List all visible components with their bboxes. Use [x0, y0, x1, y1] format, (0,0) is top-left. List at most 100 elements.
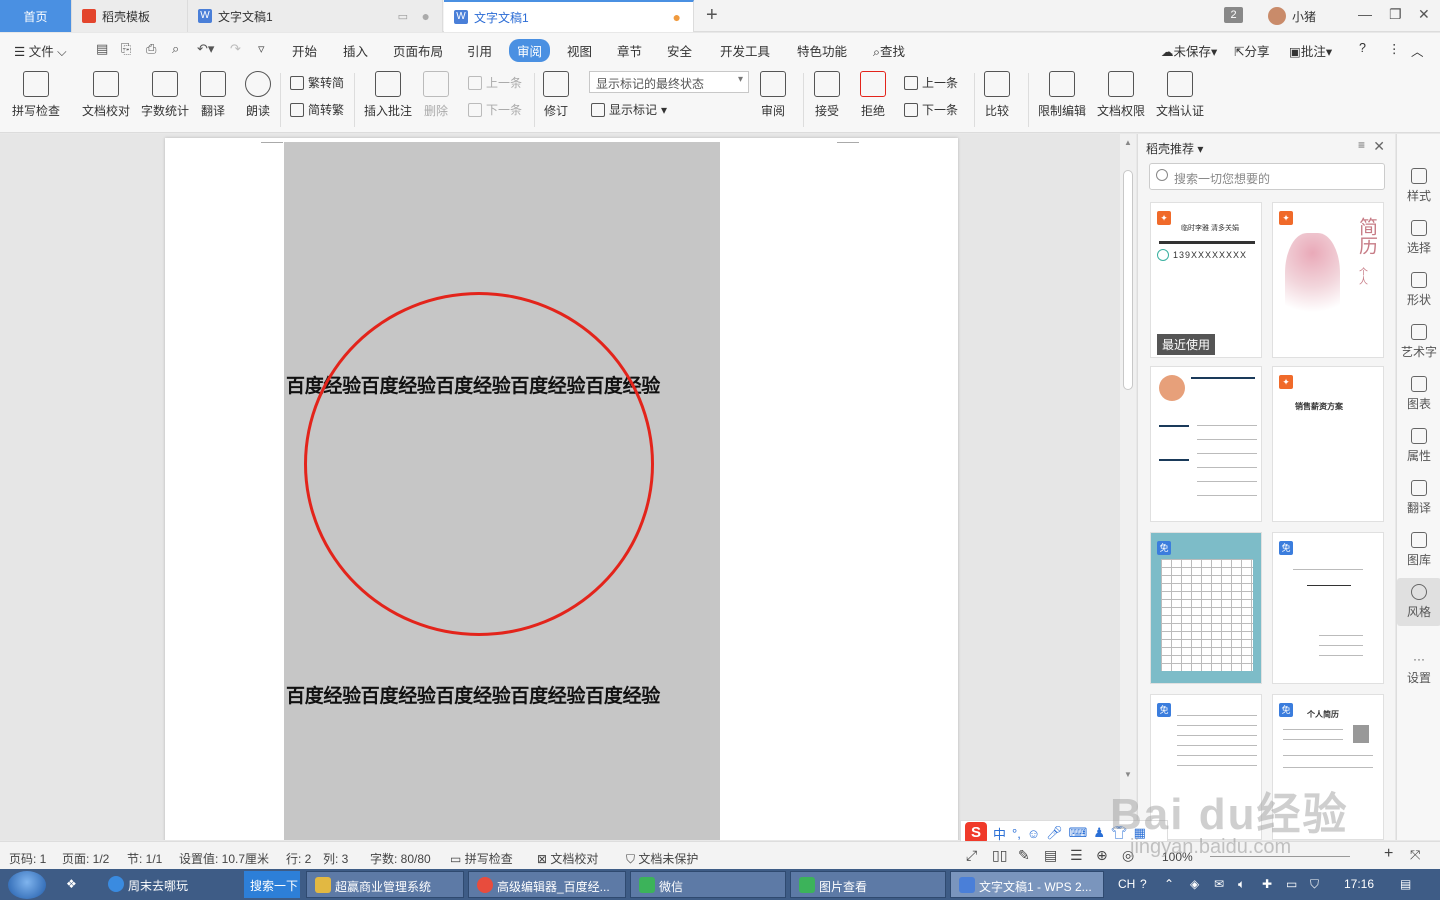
red-circle-shape[interactable]: [304, 292, 654, 636]
traditional-to-simplified-button[interactable]: 繁转简: [290, 74, 344, 91]
tab-document-active[interactable]: W 文字文稿1 ●: [444, 0, 694, 32]
annotate-button[interactable]: ▣批注▾: [1289, 41, 1332, 60]
unsaved-dot-icon[interactable]: ●: [673, 9, 681, 25]
network-icon[interactable]: ▭: [1286, 877, 1297, 891]
web-view-icon[interactable]: ⊕: [1096, 847, 1108, 864]
restrict-editing-button[interactable]: 限制编辑: [1038, 71, 1086, 119]
panel-menu-icon[interactable]: ≡: [1358, 138, 1365, 152]
sidebar-styles[interactable]: 样式: [1397, 168, 1440, 204]
sidebar-gallery[interactable]: 图库: [1397, 532, 1440, 568]
start-button[interactable]: [8, 871, 46, 899]
voice-icon[interactable]: 🎤︎: [1046, 825, 1063, 841]
menu-insert[interactable]: 插入: [343, 41, 368, 60]
emoji-icon[interactable]: ☺: [1027, 826, 1040, 841]
export-pdf-icon[interactable]: ⎘: [121, 41, 131, 57]
read-mode-icon[interactable]: ▯▯: [992, 847, 1007, 864]
close-icon[interactable]: ✕: [1418, 6, 1430, 23]
scroll-up-icon[interactable]: ▲: [1124, 138, 1132, 147]
simplified-to-traditional-button[interactable]: 简转繁: [290, 101, 344, 118]
more-options-icon[interactable]: ⋮: [1388, 41, 1401, 56]
status-doc-protection[interactable]: ⛉ 文档未保护: [626, 850, 698, 867]
user-icon[interactable]: ♟: [1093, 825, 1105, 841]
taskbar-item-business-system[interactable]: 超赢商业管理系统: [306, 871, 464, 898]
panel-title[interactable]: 稻壳推荐 ▾: [1146, 140, 1203, 157]
sidebar-shapes[interactable]: 形状: [1397, 272, 1440, 308]
status-pages[interactable]: 页面: 1/2: [62, 850, 109, 867]
menu-special-features[interactable]: 特色功能: [797, 41, 847, 60]
doc-authentication-button[interactable]: 文档认证: [1156, 71, 1204, 119]
sidebar-style-theme[interactable]: 风格: [1397, 578, 1440, 626]
track-changes-button[interactable]: 修订: [543, 71, 569, 119]
template-card-floral[interactable]: ✦ 简历 个人: [1272, 202, 1384, 358]
template-card-sales-plan[interactable]: ✦ 销售薪资方案: [1272, 366, 1384, 522]
status-word-count[interactable]: 字数: 80/80: [370, 850, 431, 867]
insert-comment-button[interactable]: 插入批注: [364, 71, 412, 119]
sidebar-chart[interactable]: 图表: [1397, 376, 1440, 412]
template-card-resume[interactable]: ✦ 临时李雅 清多关娟 139XXXXXXXX 最近使用: [1150, 202, 1262, 358]
undo-icon[interactable]: ↶▾: [197, 41, 214, 57]
menu-page-layout[interactable]: 页面布局: [393, 41, 443, 60]
next-comment-button[interactable]: 下一条: [468, 101, 522, 118]
tab-docer-templates[interactable]: 稻壳模板: [72, 0, 188, 32]
collapse-ribbon-icon[interactable]: ︿: [1411, 41, 1424, 60]
next-change-button[interactable]: 下一条: [904, 101, 958, 118]
delete-comment-button[interactable]: 删除: [423, 71, 449, 119]
notification-icon[interactable]: ▤: [1400, 877, 1411, 891]
sidebar-settings[interactable]: ··· 设置: [1397, 652, 1440, 686]
document-canvas[interactable]: 百度经验百度经验百度经验百度经验百度经验 百度经验百度经验百度经验百度经验百度经…: [0, 134, 1120, 840]
status-page-code[interactable]: 页码: 1: [9, 850, 46, 867]
taskbar-item-wps[interactable]: 文字文稿1 - WPS 2...: [950, 871, 1104, 898]
read-aloud-button[interactable]: 朗读: [245, 71, 271, 119]
shield-tray-icon[interactable]: ⛉: [1310, 877, 1319, 892]
restore-icon[interactable]: ❐: [1389, 6, 1402, 23]
app-pinned-icon[interactable]: ❖: [58, 871, 94, 898]
template-card-document[interactable]: 免: [1272, 532, 1384, 684]
panel-close-icon[interactable]: ✕: [1373, 138, 1385, 155]
markup-mode-dropdown[interactable]: 显示标记的最终状态: [589, 71, 749, 93]
sidebar-properties[interactable]: 属性: [1397, 428, 1440, 464]
status-col[interactable]: 列: 3: [323, 850, 348, 867]
unsaved-button[interactable]: ☁未保存▾: [1161, 41, 1217, 60]
translate-button[interactable]: 翻译: [200, 71, 226, 119]
window-count-badge[interactable]: 2: [1224, 7, 1243, 23]
sidebar-translate[interactable]: 翻译: [1397, 480, 1440, 516]
compare-button[interactable]: 比较: [984, 71, 1010, 119]
prev-comment-button[interactable]: 上一条: [468, 74, 522, 91]
menu-references[interactable]: 引用: [467, 41, 492, 60]
punctuation-icon[interactable]: °,: [1012, 826, 1021, 841]
tab-document-1[interactable]: W 文字文稿1 ▭ ●: [188, 0, 443, 32]
document-text-line[interactable]: 百度经验百度经验百度经验百度经验百度经验: [286, 681, 660, 708]
monitor-icon[interactable]: ▭: [398, 10, 408, 23]
doc-proof-button[interactable]: 文档校对: [82, 71, 130, 119]
redo-icon[interactable]: ↷: [230, 41, 241, 57]
print-icon[interactable]: ⎙: [146, 41, 156, 57]
outline-view-icon[interactable]: ☰: [1070, 847, 1083, 864]
word-count-button[interactable]: 字数统计: [141, 71, 189, 119]
menu-view[interactable]: 视图: [567, 41, 592, 60]
doc-permissions-button[interactable]: 文档权限: [1097, 71, 1145, 119]
taskbar-search[interactable]: 搜索一下: [244, 871, 300, 898]
tray-expand-icon[interactable]: ⌃: [1164, 877, 1174, 891]
template-card-table-form[interactable]: 免: [1150, 532, 1262, 684]
taskbar-item-browser[interactable]: 周末去哪玩: [100, 871, 240, 898]
print-preview-icon[interactable]: ⌕: [172, 41, 179, 57]
minimize-icon[interactable]: —: [1358, 6, 1372, 22]
cube-tray-icon[interactable]: ◈: [1190, 877, 1199, 891]
keyboard-icon[interactable]: ⌨: [1069, 825, 1088, 841]
user-account[interactable]: 小猪: [1268, 7, 1316, 25]
sidebar-select[interactable]: 选择: [1397, 220, 1440, 256]
menu-security[interactable]: 安全: [667, 41, 692, 60]
menu-developer[interactable]: 开发工具: [720, 41, 770, 60]
new-tab-plus-icon[interactable]: +: [706, 4, 718, 27]
system-clock[interactable]: 17:16: [1344, 877, 1374, 891]
find-button[interactable]: ⌕查找: [873, 41, 905, 60]
write-mode-icon[interactable]: ✎: [1018, 847, 1030, 864]
page-view-icon[interactable]: ▤: [1044, 847, 1057, 864]
menu-start[interactable]: 开始: [292, 41, 317, 60]
file-menu[interactable]: ☰ 文件 ⌵: [14, 41, 67, 60]
taskbar-item-editor[interactable]: 高级编辑器_百度经...: [468, 871, 626, 898]
document-page[interactable]: 百度经验百度经验百度经验百度经验百度经验 百度经验百度经验百度经验百度经验百度经…: [165, 138, 958, 840]
zoom-in-icon[interactable]: +: [1384, 845, 1393, 863]
menu-review[interactable]: 审阅: [509, 39, 551, 62]
volume-icon[interactable]: 🔈︎: [1238, 877, 1245, 892]
